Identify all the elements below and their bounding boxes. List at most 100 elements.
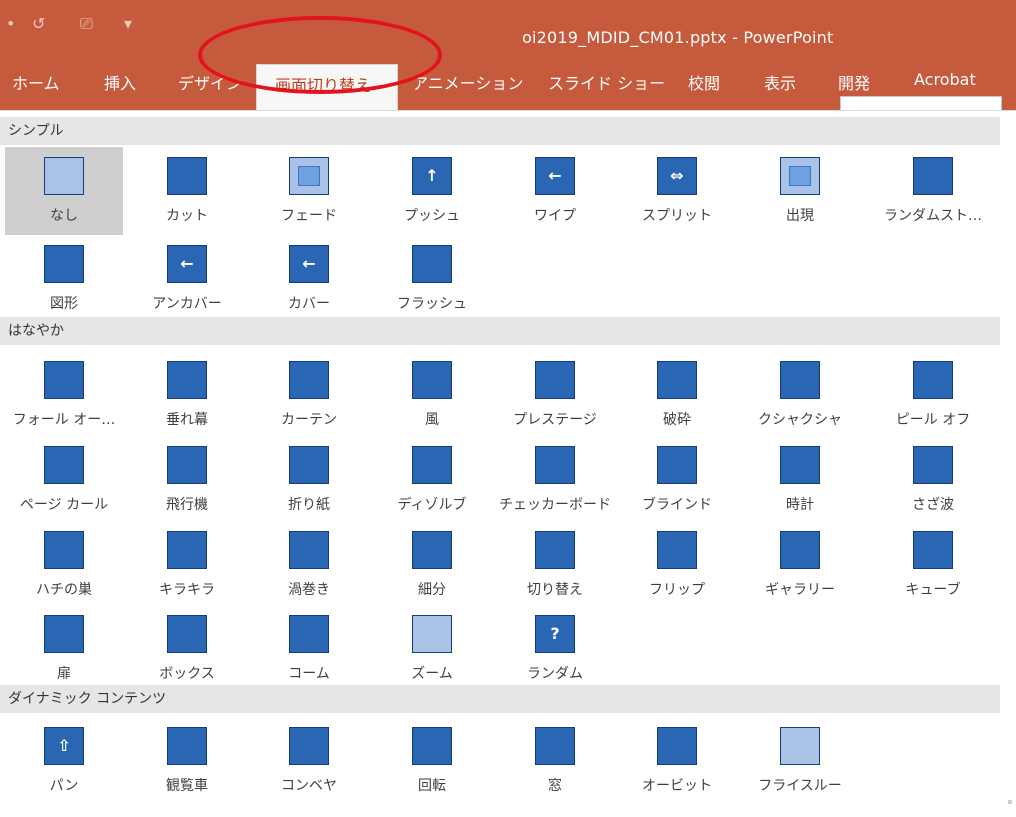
cube-icon (913, 531, 953, 569)
fall-over-icon (44, 361, 84, 399)
tell-me-search-box[interactable] (840, 96, 1002, 111)
blinds-icon (657, 446, 697, 484)
transition-switch[interactable]: 切り替え (496, 521, 614, 609)
transition-fall-over[interactable]: フォール オー… (5, 351, 123, 439)
window-icon (535, 727, 575, 765)
tab-design[interactable]: デザイン (178, 70, 242, 94)
tab-home[interactable]: ホーム (12, 70, 60, 94)
transition-cover[interactable]: ← カバー (250, 235, 368, 323)
peel-off-icon (913, 361, 953, 399)
transition-vortex[interactable]: 渦巻き (250, 521, 368, 609)
transition-blinds[interactable]: ブラインド (618, 436, 736, 524)
transition-shred[interactable]: 細分 (373, 521, 491, 609)
transition-orbit[interactable]: オービット (618, 717, 736, 805)
zoom-icon (412, 615, 452, 653)
transition-gallery: シンプル はなやか ダイナミック コンテンツ なし カット フェード ↑ プッシ… (0, 110, 1016, 817)
transition-airplane[interactable]: 飛行機 (128, 436, 246, 524)
redo-icon[interactable]: ↺ (32, 14, 45, 33)
flip-icon (657, 531, 697, 569)
qat-dot-icon[interactable]: • (6, 14, 15, 33)
curtains-icon (289, 361, 329, 399)
fracture-icon (657, 361, 697, 399)
tab-review[interactable]: 校閲 (688, 70, 720, 94)
transition-fade[interactable]: フェード (250, 147, 368, 235)
crush-icon (780, 361, 820, 399)
tab-slideshow[interactable]: スライド ショー (548, 70, 665, 94)
tab-view[interactable]: 表示 (764, 70, 796, 94)
transition-gallery[interactable]: ギャラリー (741, 521, 859, 609)
transition-ferris-wheel[interactable]: 観覧車 (128, 717, 246, 805)
transition-crush[interactable]: クシャクシャ (741, 351, 859, 439)
pan-icon: ⇧ (44, 727, 84, 765)
transition-wind[interactable]: 風 (373, 351, 491, 439)
transition-clock[interactable]: 時計 (741, 436, 859, 524)
flash-icon (412, 245, 452, 283)
transition-shape[interactable]: 図形 (5, 235, 123, 323)
doors-icon (44, 615, 84, 653)
wipe-icon: ← (535, 157, 575, 195)
transition-window[interactable]: 窓 (496, 717, 614, 805)
transition-checkerboard[interactable]: チェッカーボード (496, 436, 614, 524)
cut-icon (167, 157, 207, 195)
transition-rotate[interactable]: 回転 (373, 717, 491, 805)
section-header-simple: シンプル (0, 117, 1000, 145)
comb-icon (289, 615, 329, 653)
title-bar: • ↺ ⎚ ▾ oi2019_MDID_CM01.pptx - PowerPoi… (0, 0, 1016, 60)
transition-zoom[interactable]: ズーム (373, 605, 491, 693)
transition-cut[interactable]: カット (128, 147, 246, 235)
present-from-start-icon[interactable]: ⎚ (80, 14, 93, 34)
transition-push[interactable]: ↑ プッシュ (373, 147, 491, 235)
customize-qat-icon[interactable]: ▾ (124, 14, 132, 33)
transition-curtains[interactable]: カーテン (250, 351, 368, 439)
transition-origami[interactable]: 折り紙 (250, 436, 368, 524)
transition-comb[interactable]: コーム (250, 605, 368, 693)
tab-acrobat[interactable]: Acrobat (914, 70, 976, 89)
shape-icon (44, 245, 84, 283)
transition-reveal[interactable]: 出現 (741, 147, 859, 235)
transition-random-bars[interactable]: ランダムスト… (874, 147, 992, 235)
transition-peel-off[interactable]: ピール オフ (874, 351, 992, 439)
transition-page-curl[interactable]: ページ カール (5, 436, 123, 524)
cover-icon: ← (289, 245, 329, 283)
transition-split[interactable]: ⇔ スプリット (618, 147, 736, 235)
transition-doors[interactable]: 扉 (5, 605, 123, 693)
transition-flash[interactable]: フラッシュ (373, 235, 491, 323)
origami-icon (289, 446, 329, 484)
transition-fly-through[interactable]: フライスルー (741, 717, 859, 805)
honeycomb-icon (44, 531, 84, 569)
transition-drape[interactable]: 垂れ幕 (128, 351, 246, 439)
transition-pan[interactable]: ⇧ パン (5, 717, 123, 805)
dissolve-icon (412, 446, 452, 484)
none-icon (44, 157, 84, 195)
transition-fracture[interactable]: 破砕 (618, 351, 736, 439)
page-curl-icon (44, 446, 84, 484)
transition-prestige[interactable]: プレステージ (496, 351, 614, 439)
transition-wipe[interactable]: ← ワイプ (496, 147, 614, 235)
rotate-icon (412, 727, 452, 765)
shred-icon (412, 531, 452, 569)
uncover-icon: ← (167, 245, 207, 283)
orbit-icon (657, 727, 697, 765)
transition-uncover[interactable]: ← アンカバー (128, 235, 246, 323)
transition-box[interactable]: ボックス (128, 605, 246, 693)
conveyor-icon (289, 727, 329, 765)
tab-developer[interactable]: 開発 (838, 70, 870, 94)
transition-cube[interactable]: キューブ (874, 521, 992, 609)
drape-icon (167, 361, 207, 399)
split-icon: ⇔ (657, 157, 697, 195)
transition-glitter[interactable]: キラキラ (128, 521, 246, 609)
transition-ripple[interactable]: さざ波 (874, 436, 992, 524)
transition-honeycomb[interactable]: ハチの巣 (5, 521, 123, 609)
transition-random[interactable]: ? ランダム (496, 605, 614, 693)
tab-animations[interactable]: アニメーション (412, 70, 523, 94)
glitter-icon (167, 531, 207, 569)
tab-transitions[interactable]: 画面切り替え (256, 64, 398, 111)
transition-none[interactable]: なし (5, 147, 123, 235)
window-title: oi2019_MDID_CM01.pptx - PowerPoint (522, 28, 834, 47)
transition-conveyor[interactable]: コンベヤ (250, 717, 368, 805)
transition-dissolve[interactable]: ディゾルブ (373, 436, 491, 524)
resize-grip[interactable] (1008, 800, 1012, 804)
transition-flip[interactable]: フリップ (618, 521, 736, 609)
tab-insert[interactable]: 挿入 (104, 70, 136, 94)
random-icon: ? (535, 615, 575, 653)
